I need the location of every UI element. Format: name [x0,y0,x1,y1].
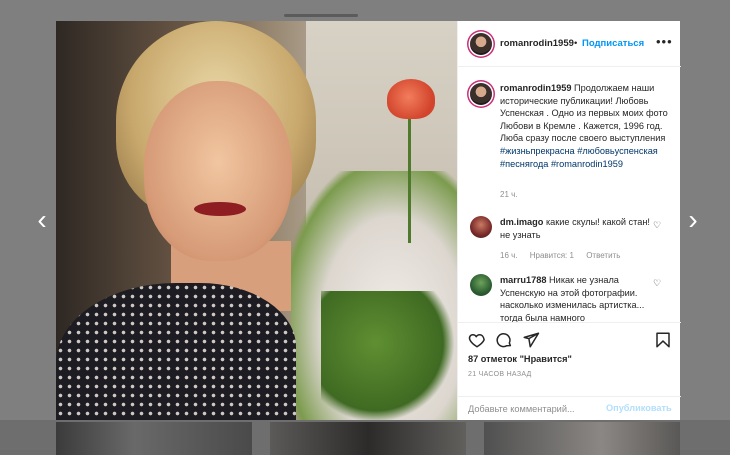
comments-list[interactable]: romanrodin1959 Продолжаем наши историчес… [458,68,681,323]
more-options-icon[interactable]: ••• [656,34,673,49]
add-comment-bar: Опубликовать [458,396,681,420]
background-thumbnail[interactable] [270,422,466,455]
comment-meta: 16 ч. Нравится: 1 Ответить [500,251,630,260]
comment-likes[interactable]: Нравится: 1 [530,251,574,260]
author-avatar[interactable] [470,33,492,55]
comment: dm.imago какие скулы! какой стан! не узн… [500,216,660,241]
follow-button[interactable]: Подписаться [582,38,644,49]
separator-dot: • [574,38,578,49]
hashtag-link[interactable]: #любовьуспенская [577,146,658,156]
post-header: romanrodin1959 • Подписаться ••• [458,21,681,67]
scroll-indicator [284,14,358,17]
caption: romanrodin1959 Продолжаем наши историчес… [500,82,670,170]
comment-bubble-icon[interactable] [495,331,513,349]
hashtag-link[interactable]: #romanrodin1959 [551,159,623,169]
comment: marru1788 Никак не узнала Успенскую на э… [500,274,660,323]
reply-button[interactable]: Ответить [586,251,620,260]
caption-username[interactable]: romanrodin1959 [500,83,571,93]
likes-count[interactable]: 87 отметок "Нравится" [468,354,572,364]
caption-author-avatar[interactable] [470,83,492,105]
post-actions: 87 отметок "Нравится" 21 часов назад [458,322,681,396]
comment-like-heart-icon[interactable]: ♡ [653,220,661,231]
background-thumbnail[interactable] [484,422,680,455]
previous-post-arrow-icon[interactable]: ‹ [30,200,54,240]
post-time[interactable]: 21 часов назад [468,371,532,378]
next-post-arrow-icon[interactable]: › [681,200,705,240]
post-photo[interactable] [56,21,457,420]
comment-like-heart-icon[interactable]: ♡ [653,278,661,289]
background-thumbnail[interactable] [56,422,252,455]
commenter-avatar[interactable] [470,216,492,238]
author-username[interactable]: romanrodin1959 [500,38,574,49]
share-direct-icon[interactable] [522,331,540,349]
save-bookmark-icon[interactable] [654,331,672,349]
post-side-panel: romanrodin1959 • Подписаться ••• romanro… [457,21,681,420]
comment-username[interactable]: dm.imago [500,217,543,227]
like-heart-icon[interactable] [468,331,486,349]
comment-username[interactable]: marru1788 [500,275,546,285]
commenter-avatar[interactable] [470,274,492,296]
caption-time: 21 ч. [500,190,518,199]
comment-time: 16 ч. [500,251,518,260]
hashtag-link[interactable]: #песнягода [500,159,548,169]
comment-input[interactable] [468,401,603,416]
hashtag-link[interactable]: #жизньпрекрасна [500,146,575,156]
publish-button[interactable]: Опубликовать [606,403,672,413]
